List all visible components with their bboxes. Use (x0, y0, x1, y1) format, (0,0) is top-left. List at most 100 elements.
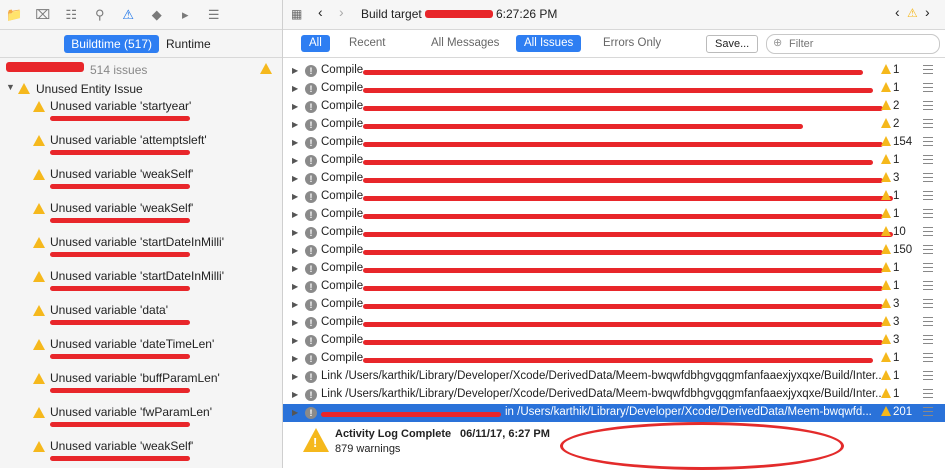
issues-root-row[interactable]: 514 issues (0, 58, 282, 80)
disclosure-triangle-icon[interactable]: ▶ (292, 372, 298, 381)
disclosure-triangle-icon[interactable]: ▶ (292, 354, 298, 363)
issue-item[interactable]: Unused variable 'startDateInMilli' (0, 234, 282, 268)
log-row[interactable]: ▶! Link /Users/karthik/Library/Developer/… (283, 368, 945, 386)
disclosure-triangle-icon[interactable]: ▼ (6, 82, 15, 92)
tag-icon[interactable]: ▸ (171, 7, 200, 23)
disclosure-triangle-icon[interactable]: ▶ (292, 192, 298, 201)
issue-item[interactable]: Unused variable 'weakSelf' (0, 166, 282, 200)
filter-all-button[interactable]: All (301, 35, 330, 52)
disclosure-triangle-icon[interactable]: ▶ (292, 84, 298, 93)
log-row-selected[interactable]: ▶! in /Users/karthik/Library/Developer/Xc… (283, 404, 945, 422)
next-issue-icon[interactable]: › (925, 4, 930, 20)
menu-icon[interactable] (923, 137, 933, 149)
prev-issue-icon[interactable]: ‹ (895, 4, 900, 20)
disclosure-triangle-icon[interactable]: ▶ (292, 138, 298, 147)
forward-arrow-icon[interactable]: › (339, 4, 344, 20)
disclosure-triangle-icon[interactable]: ▶ (292, 318, 298, 327)
exclamation-icon: ! (305, 209, 317, 221)
disclosure-triangle-icon[interactable]: ▶ (292, 300, 298, 309)
issue-category-row[interactable]: ▼ Unused Entity Issue (0, 80, 282, 98)
menu-icon[interactable] (923, 317, 933, 329)
log-row[interactable]: ▶! Compile 1 (283, 188, 945, 206)
issue-item[interactable]: Unused variable 'dateTimeLen' (0, 336, 282, 370)
menu-icon[interactable] (923, 173, 933, 185)
menu-icon[interactable] (923, 119, 933, 131)
warning-icon (33, 237, 45, 248)
diamond-icon[interactable]: ◆ (143, 7, 172, 23)
issue-item[interactable]: Unused variable 'buffParamLen' (0, 370, 282, 404)
log-row[interactable]: ▶! Compile 1 (283, 152, 945, 170)
log-row[interactable]: ▶! Compile 1 (283, 350, 945, 368)
issue-item[interactable]: Unused variable 'weakSelf' (0, 438, 282, 468)
log-row[interactable]: ▶! Compile 1 (283, 260, 945, 278)
log-row[interactable]: ▶! Compile 154 (283, 134, 945, 152)
comment-icon[interactable]: ☰ (200, 7, 229, 23)
disclosure-triangle-icon[interactable]: ▶ (292, 228, 298, 237)
disclosure-triangle-icon[interactable]: ▶ (292, 390, 298, 399)
warning-icon[interactable]: ⚠ (114, 7, 143, 23)
log-row[interactable]: ▶! Compile 1 (283, 80, 945, 98)
menu-icon[interactable] (923, 371, 933, 383)
menu-icon[interactable] (923, 335, 933, 347)
filter-all-issues-button[interactable]: All Issues (516, 35, 582, 52)
menu-icon[interactable] (923, 101, 933, 113)
log-row[interactable]: ▶! Compile 150 (283, 242, 945, 260)
disclosure-triangle-icon[interactable]: ▶ (292, 264, 298, 273)
folder-icon[interactable]: 📁 (0, 7, 29, 23)
menu-icon[interactable] (923, 65, 933, 77)
disclosure-triangle-icon[interactable]: ▶ (292, 336, 298, 345)
log-row[interactable]: ▶! Compile 3 (283, 332, 945, 350)
back-arrow-icon[interactable]: ‹ (318, 4, 323, 20)
filter-input[interactable] (787, 37, 931, 51)
menu-icon[interactable] (923, 227, 933, 239)
issue-item[interactable]: Unused variable 'data' (0, 302, 282, 336)
disclosure-triangle-icon[interactable]: ▶ (292, 210, 298, 219)
menu-icon[interactable] (923, 245, 933, 257)
tab-buildtime[interactable]: Buildtime (517) (64, 34, 159, 53)
filter-errors-only-button[interactable]: Errors Only (595, 35, 669, 52)
warning-icon[interactable]: ⚠ (907, 6, 918, 20)
log-row[interactable]: ▶! Compile 2 (283, 98, 945, 116)
log-row[interactable]: ▶! Compile 2 (283, 116, 945, 134)
disclosure-triangle-icon[interactable]: ▶ (292, 408, 298, 417)
disclosure-triangle-icon[interactable]: ▶ (292, 120, 298, 129)
issue-item[interactable]: Unused variable 'startDateInMilli' (0, 268, 282, 302)
disclosure-triangle-icon[interactable]: ▶ (292, 282, 298, 291)
log-row[interactable]: ▶! Compile 1 (283, 206, 945, 224)
disclosure-triangle-icon[interactable]: ▶ (292, 102, 298, 111)
menu-icon[interactable] (923, 191, 933, 203)
menu-icon[interactable] (923, 263, 933, 275)
disclosure-triangle-icon[interactable]: ▶ (292, 156, 298, 165)
hierarchy-icon[interactable]: ☷ (57, 7, 86, 23)
log-row[interactable]: ▶! Compile 1 (283, 278, 945, 296)
filter-all-messages-button[interactable]: All Messages (423, 35, 507, 52)
disclosure-triangle-icon[interactable]: ▶ (292, 66, 298, 75)
log-row[interactable]: ▶! Compile 3 (283, 314, 945, 332)
issue-item[interactable]: Unused variable 'attemptsleft' (0, 132, 282, 166)
save-button[interactable]: Save... (706, 35, 759, 53)
redaction (363, 358, 873, 363)
menu-icon[interactable] (923, 389, 933, 401)
menu-icon[interactable] (923, 407, 933, 419)
menu-icon[interactable] (923, 83, 933, 95)
menu-icon[interactable] (923, 155, 933, 167)
grid-icon[interactable]: ▦ (291, 7, 302, 21)
search-icon[interactable]: ⚲ (86, 7, 115, 23)
issue-item[interactable]: Unused variable 'startyear' (0, 98, 282, 132)
filter-recent-button[interactable]: Recent (341, 35, 393, 52)
issue-item[interactable]: Unused variable 'weakSelf' (0, 200, 282, 234)
menu-icon[interactable] (923, 353, 933, 365)
x-box-icon[interactable]: ⌧ (29, 7, 58, 23)
disclosure-triangle-icon[interactable]: ▶ (292, 174, 298, 183)
menu-icon[interactable] (923, 299, 933, 311)
menu-icon[interactable] (923, 281, 933, 293)
log-row[interactable]: ▶! Compile 1 (283, 62, 945, 80)
log-row[interactable]: ▶! Compile 3 (283, 296, 945, 314)
log-row[interactable]: ▶! Link /Users/karthik/Library/Developer/… (283, 386, 945, 404)
tab-runtime[interactable]: Runtime (159, 35, 218, 53)
menu-icon[interactable] (923, 209, 933, 221)
disclosure-triangle-icon[interactable]: ▶ (292, 246, 298, 255)
log-row[interactable]: ▶! Compile 3 (283, 170, 945, 188)
issue-item[interactable]: Unused variable 'fwParamLen' (0, 404, 282, 438)
log-row[interactable]: ▶! Compile 10 (283, 224, 945, 242)
